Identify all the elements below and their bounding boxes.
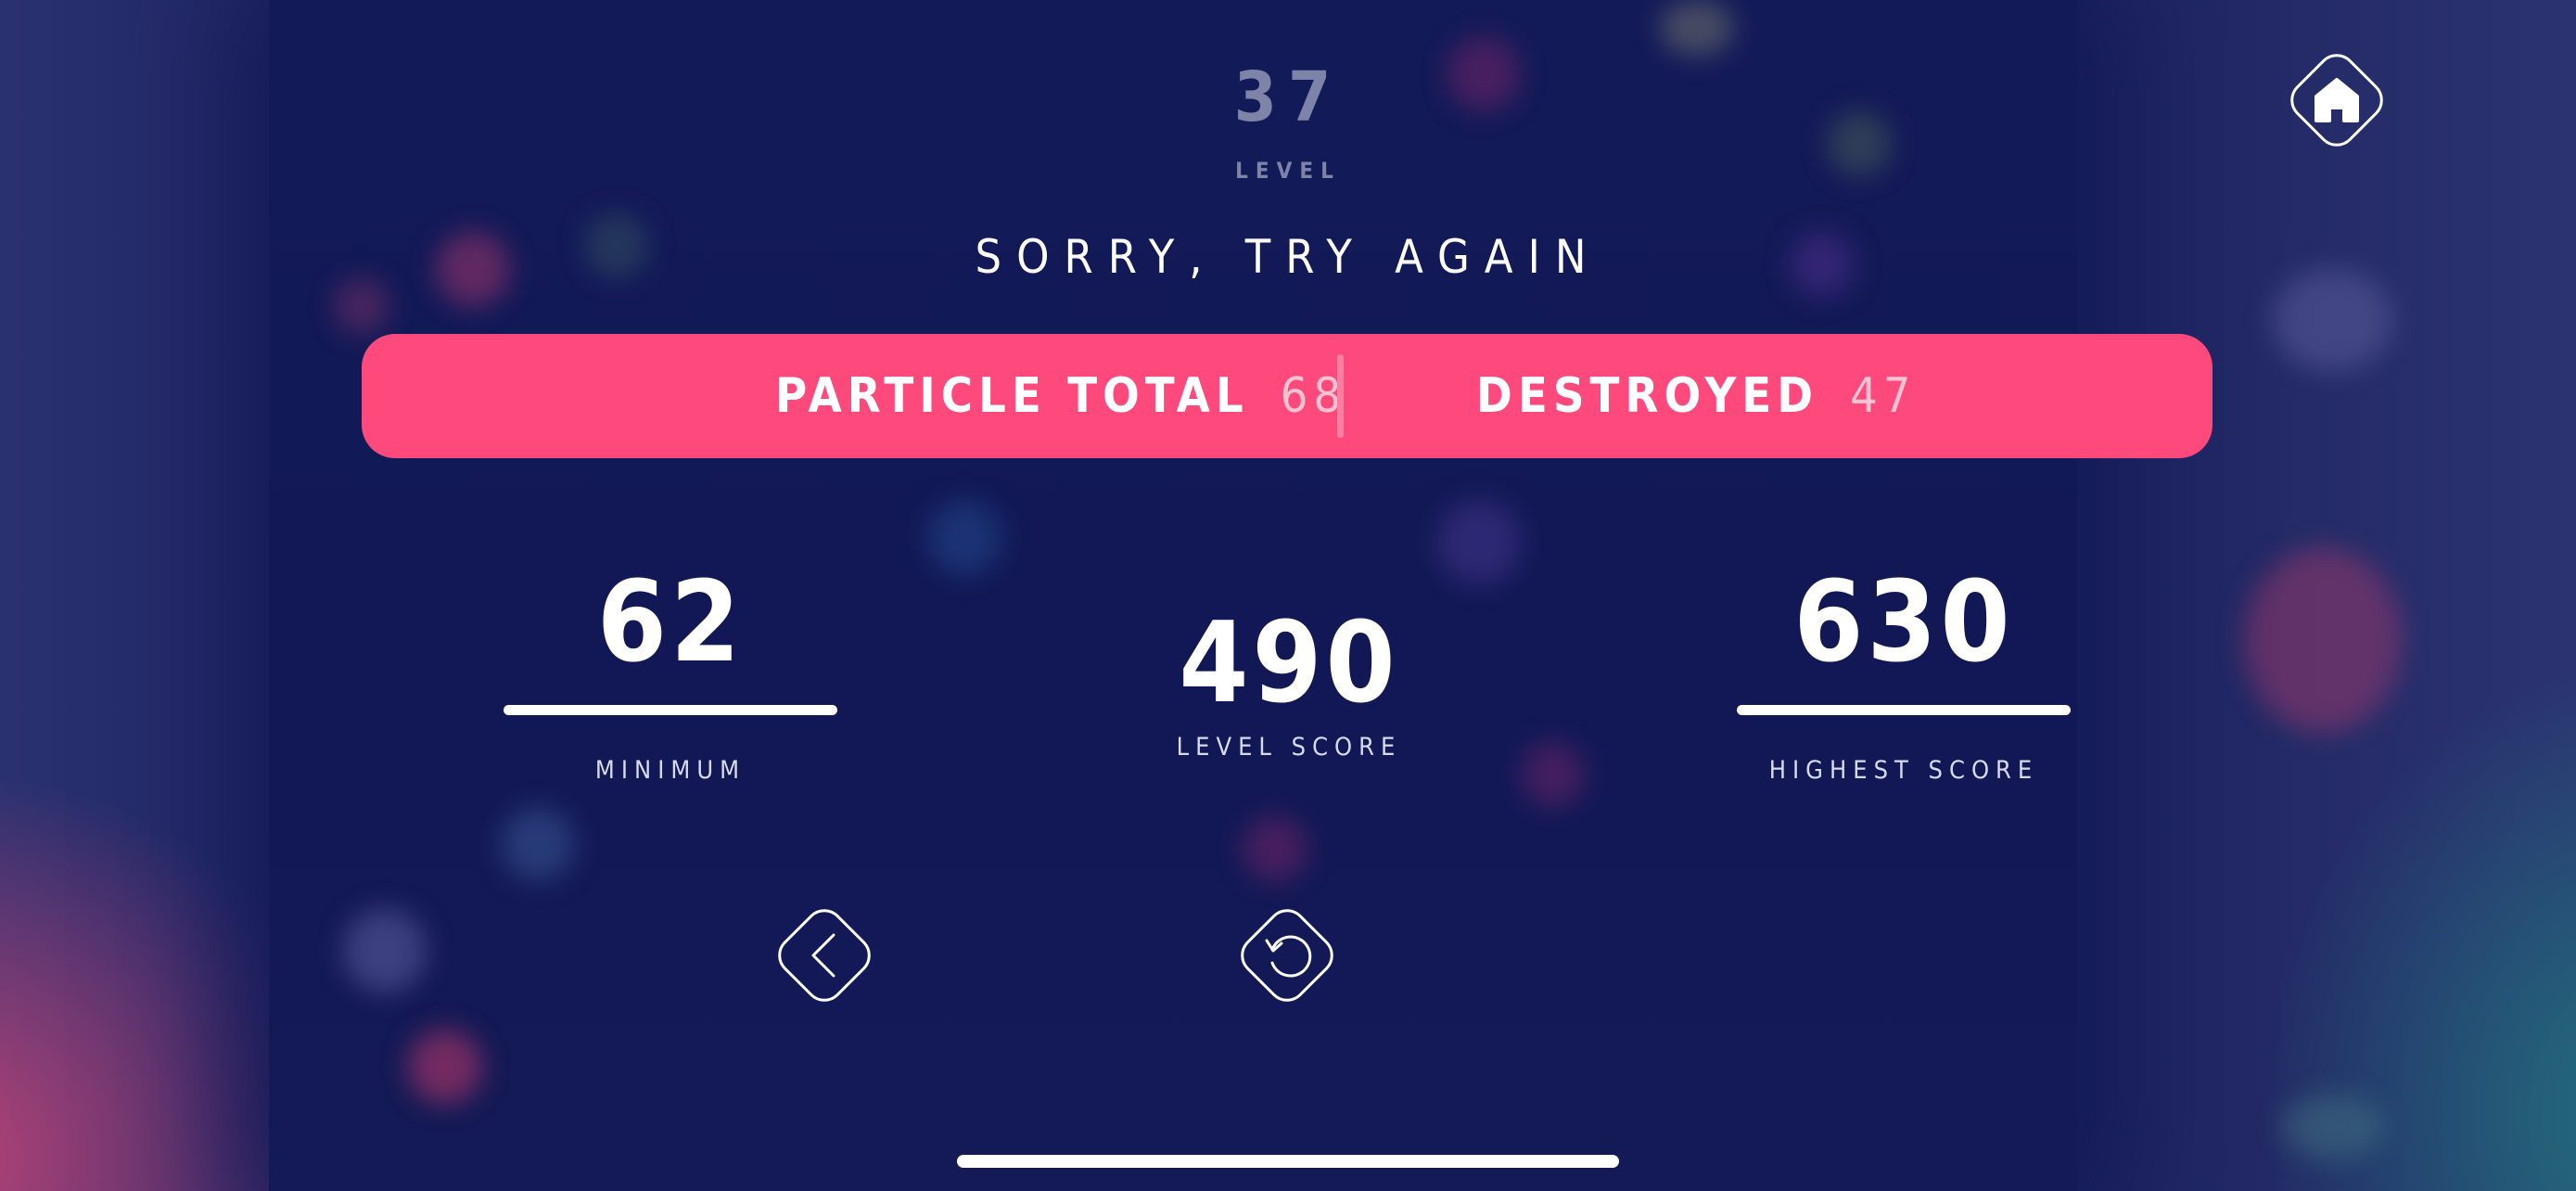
particle-decoration	[343, 909, 427, 992]
highest-score-stat: 630 HIGHEST SCORE	[1734, 568, 2073, 785]
particle-decoration	[2281, 1095, 2383, 1159]
particle-decoration	[2272, 269, 2392, 371]
back-button[interactable]	[761, 892, 887, 1018]
particle-decoration	[1521, 742, 1586, 807]
particle-decoration	[2244, 547, 2402, 733]
highest-score-underline	[1737, 705, 2071, 715]
home-icon	[2290, 54, 2383, 147]
level-number: 37	[1233, 58, 1343, 137]
minimum-stat: 62 MINIMUM	[501, 568, 840, 785]
minimum-underline	[504, 705, 837, 715]
highest-score-value: 630	[1793, 558, 2014, 687]
particle-decoration	[927, 501, 1001, 575]
destroyed-group: DESTROYED 47	[1476, 334, 1917, 458]
minimum-value: 62	[596, 558, 745, 687]
level-label: LEVEL	[1235, 158, 1341, 184]
particle-decoration	[1660, 0, 1734, 56]
destroyed-value: 47	[1850, 368, 1917, 424]
particle-decoration	[1243, 816, 1307, 881]
particle-decoration	[408, 1030, 482, 1104]
particle-decoration	[501, 807, 575, 881]
chevron-left-icon	[778, 909, 871, 1002]
particle-decoration	[334, 278, 389, 334]
level-score-stat: 490 LEVEL SCORE	[1103, 608, 1474, 762]
level-score-label: LEVEL SCORE	[1176, 733, 1402, 762]
minimum-label: MINIMUM	[594, 756, 746, 785]
particle-total-label: PARTICLE TOTAL	[775, 368, 1249, 424]
retry-button[interactable]	[1224, 892, 1350, 1018]
particle-total-group: PARTICLE TOTAL 68	[775, 334, 1346, 458]
destroyed-label: DESTROYED	[1476, 368, 1819, 424]
game-over-screen: 37 LEVEL SORRY, TRY AGAIN PARTICLE TOTAL…	[0, 0, 2576, 1191]
highest-score-label: HIGHEST SCORE	[1768, 756, 2039, 785]
retry-icon	[1241, 909, 1333, 1002]
particle-decoration	[1437, 501, 1521, 584]
particle-summary-bar: PARTICLE TOTAL 68 DESTROYED 47	[362, 334, 2213, 458]
home-button[interactable]	[2274, 37, 2400, 163]
bar-divider	[1337, 354, 1344, 438]
home-indicator-bar[interactable]	[957, 1155, 1619, 1168]
level-score-value: 490	[1179, 599, 1399, 728]
result-headline: SORRY, TRY AGAIN	[975, 230, 1601, 284]
